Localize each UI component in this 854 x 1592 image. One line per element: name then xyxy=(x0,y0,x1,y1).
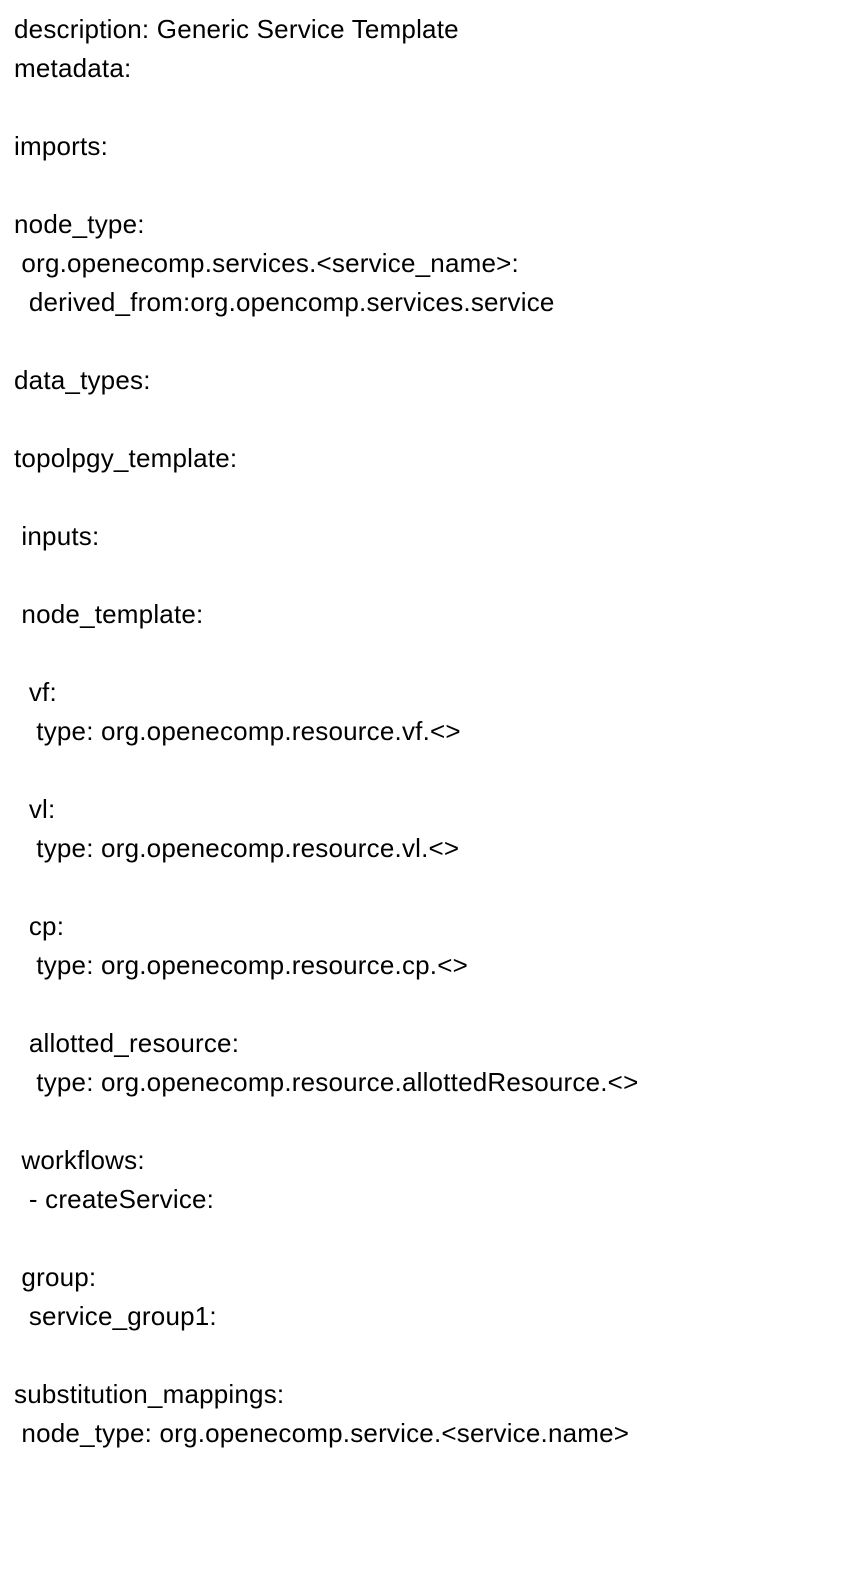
code-line: type: org.openecomp.resource.vf.<> xyxy=(14,712,840,751)
code-line: vl: xyxy=(14,790,840,829)
code-line: inputs: xyxy=(14,517,840,556)
code-line: allotted_resource: xyxy=(14,1024,840,1063)
blank-line xyxy=(14,400,840,439)
code-line: service_group1: xyxy=(14,1297,840,1336)
code-line: data_types: xyxy=(14,361,840,400)
code-line: topolpgy_template: xyxy=(14,439,840,478)
blank-line xyxy=(14,634,840,673)
code-line: node_type: xyxy=(14,205,840,244)
blank-line xyxy=(14,985,840,1024)
code-line: workflows: xyxy=(14,1141,840,1180)
code-line: node_type: org.openecomp.service.<servic… xyxy=(14,1414,840,1453)
blank-line xyxy=(14,478,840,517)
code-line: derived_from:org.opencomp.services.servi… xyxy=(14,283,840,322)
blank-line xyxy=(14,556,840,595)
blank-line xyxy=(14,166,840,205)
code-line: type: org.openecomp.resource.allottedRes… xyxy=(14,1063,840,1102)
code-line: imports: xyxy=(14,127,840,166)
blank-line xyxy=(14,322,840,361)
code-line: group: xyxy=(14,1258,840,1297)
code-line: cp: xyxy=(14,907,840,946)
code-line: - createService: xyxy=(14,1180,840,1219)
yaml-code-block: description: Generic Service Templatemet… xyxy=(14,10,840,1453)
blank-line xyxy=(14,751,840,790)
blank-line xyxy=(14,1102,840,1141)
blank-line xyxy=(14,1219,840,1258)
blank-line xyxy=(14,868,840,907)
code-line: description: Generic Service Template xyxy=(14,10,840,49)
code-line: vf: xyxy=(14,673,840,712)
code-line: metadata: xyxy=(14,49,840,88)
code-line: substitution_mappings: xyxy=(14,1375,840,1414)
blank-line xyxy=(14,1336,840,1375)
code-line: org.openecomp.services.<service_name>: xyxy=(14,244,840,283)
code-line: node_template: xyxy=(14,595,840,634)
code-line: type: org.openecomp.resource.vl.<> xyxy=(14,829,840,868)
code-line: type: org.openecomp.resource.cp.<> xyxy=(14,946,840,985)
blank-line xyxy=(14,88,840,127)
